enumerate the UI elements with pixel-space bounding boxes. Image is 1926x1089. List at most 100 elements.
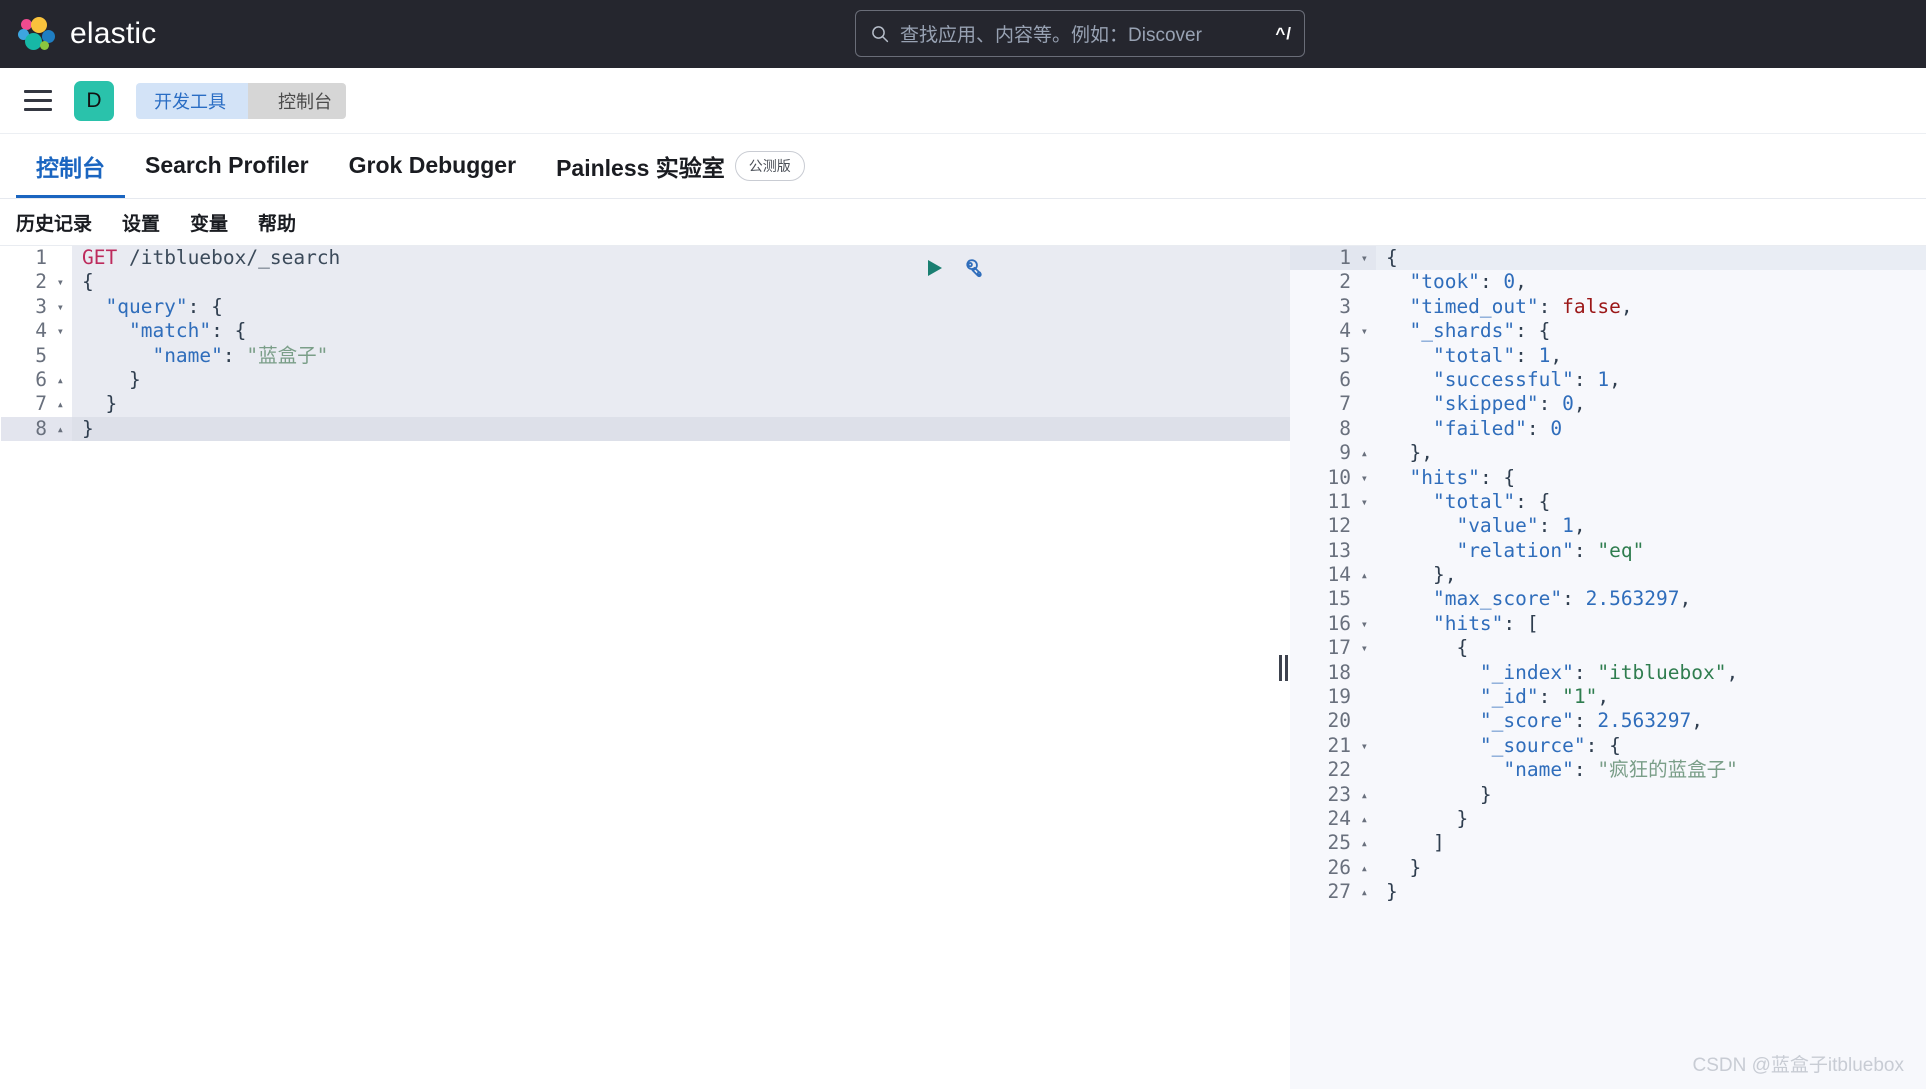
fold-toggle-icon[interactable]: ▾ [1357,734,1368,758]
code-line[interactable]: }, [1376,441,1926,465]
line-number[interactable]: 8▴ [0,417,72,441]
wrench-icon[interactable] [961,256,985,280]
response-output[interactable]: 1▾234▾56789▴10▾11▾121314▴1516▾17▾1819202… [1290,246,1926,905]
code-line[interactable]: { [1376,246,1926,270]
line-number[interactable]: 5 [0,344,72,368]
code-line[interactable]: "failed": 0 [1376,417,1926,441]
line-number[interactable]: 7 [1290,392,1376,416]
line-number[interactable]: 17▾ [1290,636,1376,660]
line-number[interactable]: 26▴ [1290,856,1376,880]
code-line[interactable]: "total": 1, [1376,344,1926,368]
hamburger-icon[interactable] [24,90,52,111]
fold-toggle-icon[interactable]: ▾ [53,295,64,319]
code-line[interactable]: { [1376,636,1926,660]
code-line[interactable]: "hits": [ [1376,612,1926,636]
fold-toggle-icon[interactable]: ▴ [1357,880,1368,904]
line-number[interactable]: 21▾ [1290,734,1376,758]
toolbar-help[interactable]: 帮助 [258,209,296,236]
line-number[interactable]: 10▾ [1290,466,1376,490]
code-line[interactable]: } [72,417,1290,441]
fold-toggle-icon[interactable]: ▾ [1357,466,1368,490]
code-line[interactable]: "match": { [72,319,1290,343]
play-icon[interactable] [923,257,945,279]
breadcrumb-item-console[interactable]: 控制台 [248,83,346,119]
code-line[interactable]: "name": "蓝盒子" [72,344,1290,368]
line-number[interactable]: 13 [1290,539,1376,563]
code-line[interactable]: "_index": "itbluebox", [1376,661,1926,685]
fold-toggle-icon[interactable]: ▴ [53,392,64,416]
line-number[interactable]: 18 [1290,661,1376,685]
fold-toggle-icon[interactable]: ▴ [1357,856,1368,880]
line-number[interactable]: 1 [0,246,72,270]
line-number[interactable]: 6▴ [0,368,72,392]
line-number[interactable]: 8 [1290,417,1376,441]
code-line[interactable]: "relation": "eq" [1376,539,1926,563]
line-number[interactable]: 7▴ [0,392,72,416]
request-editor-pane[interactable]: 12▾3▾4▾56▴7▴8▴ GET /itbluebox/_search{ "… [0,246,1290,1089]
code-line[interactable]: } [1376,783,1926,807]
code-line[interactable]: "hits": { [1376,466,1926,490]
fold-toggle-icon[interactable]: ▴ [1357,831,1368,855]
request-editor[interactable]: 12▾3▾4▾56▴7▴8▴ GET /itbluebox/_search{ "… [0,246,1290,441]
toolbar-history[interactable]: 历史记录 [16,209,92,236]
response-output-code[interactable]: { "took": 0, "timed_out": false, "_shard… [1376,246,1926,905]
code-line[interactable]: } [1376,807,1926,831]
fold-toggle-icon[interactable]: ▾ [1357,490,1368,514]
request-editor-gutter[interactable]: 12▾3▾4▾56▴7▴8▴ [0,246,72,441]
line-number[interactable]: 6 [1290,368,1376,392]
code-line[interactable]: "timed_out": false, [1376,295,1926,319]
code-line[interactable]: "_shards": { [1376,319,1926,343]
code-line[interactable]: "_score": 2.563297, [1376,709,1926,733]
line-number[interactable]: 27▴ [1290,880,1376,904]
line-number[interactable]: 12 [1290,514,1376,538]
fold-toggle-icon[interactable]: ▴ [53,368,64,392]
toolbar-variables[interactable]: 变量 [190,209,228,236]
code-line[interactable]: "_id": "1", [1376,685,1926,709]
line-number[interactable]: 19 [1290,685,1376,709]
fold-toggle-icon[interactable]: ▾ [53,270,64,294]
code-line[interactable]: "name": "疯狂的蓝盒子" [1376,758,1926,782]
line-number[interactable]: 23▴ [1290,783,1376,807]
code-line[interactable]: } [1376,856,1926,880]
breadcrumb-item-devtools[interactable]: 开发工具 [136,83,248,119]
line-number[interactable]: 1▾ [1290,246,1376,270]
line-number[interactable]: 16▾ [1290,612,1376,636]
line-number[interactable]: 4▾ [0,319,72,343]
code-line[interactable]: "total": { [1376,490,1926,514]
code-line[interactable]: "max_score": 2.563297, [1376,587,1926,611]
response-output-gutter[interactable]: 1▾234▾56789▴10▾11▾121314▴1516▾17▾1819202… [1290,246,1376,905]
code-line[interactable]: "took": 0, [1376,270,1926,294]
fold-toggle-icon[interactable]: ▴ [1357,783,1368,807]
code-line[interactable]: "query": { [72,295,1290,319]
space-avatar[interactable]: D [74,81,114,121]
fold-toggle-icon[interactable]: ▴ [1357,563,1368,587]
line-number[interactable]: 22 [1290,758,1376,782]
line-number[interactable]: 9▴ [1290,441,1376,465]
pane-splitter[interactable] [1276,246,1290,1089]
fold-toggle-icon[interactable]: ▴ [1357,441,1368,465]
line-number[interactable]: 15 [1290,587,1376,611]
line-number[interactable]: 3▾ [0,295,72,319]
fold-toggle-icon[interactable]: ▾ [1357,612,1368,636]
global-search[interactable]: 查找应用、内容等。例如：Discover ^/ [855,10,1305,57]
request-editor-code[interactable]: GET /itbluebox/_search{ "query": { "matc… [72,246,1290,441]
line-number[interactable]: 4▾ [1290,319,1376,343]
tab-search-profiler[interactable]: Search Profiler [125,136,329,198]
code-line[interactable]: { [72,270,1290,294]
fold-toggle-icon[interactable]: ▾ [1357,319,1368,343]
fold-toggle-icon[interactable]: ▾ [1357,636,1368,660]
tab-grok-debugger[interactable]: Grok Debugger [329,136,536,198]
fold-toggle-icon[interactable]: ▾ [1357,246,1368,270]
code-line[interactable]: }, [1376,563,1926,587]
line-number[interactable]: 5 [1290,344,1376,368]
code-line[interactable]: ] [1376,831,1926,855]
code-line[interactable]: "successful": 1, [1376,368,1926,392]
line-number[interactable]: 2▾ [0,270,72,294]
line-number[interactable]: 20 [1290,709,1376,733]
line-number[interactable]: 14▴ [1290,563,1376,587]
global-search-box[interactable]: 查找应用、内容等。例如：Discover ^/ [855,10,1305,57]
tab-painless-lab[interactable]: Painless 实验室 公测版 [536,136,825,198]
line-number[interactable]: 25▴ [1290,831,1376,855]
fold-toggle-icon[interactable]: ▾ [53,319,64,343]
line-number[interactable]: 2 [1290,270,1376,294]
